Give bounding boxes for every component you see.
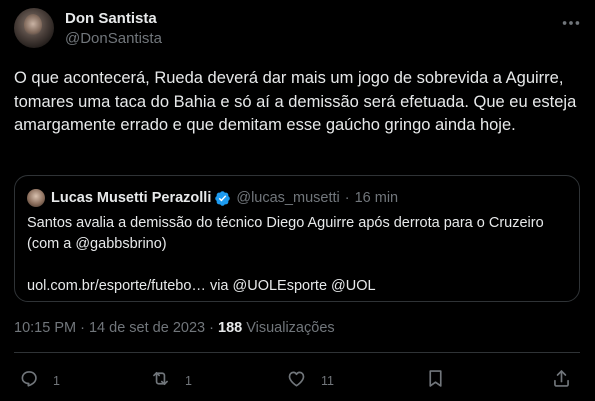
like-button[interactable]: 11 <box>286 366 334 396</box>
meta-separator-2: · <box>209 320 214 336</box>
retweet-count: 1 <box>185 374 192 388</box>
actions-divider <box>14 352 580 353</box>
reply-count: 1 <box>53 374 60 388</box>
quoted-author-avatar <box>27 189 45 207</box>
retweet-button[interactable]: 1 <box>150 366 192 396</box>
quoted-author-display-name: Lucas Musetti Perazolli <box>51 190 212 206</box>
bookmark-icon <box>425 368 446 394</box>
tweet-header: Don Santista @DonSantista <box>14 8 584 52</box>
more-horizontal-icon[interactable] <box>560 12 582 34</box>
heart-icon <box>286 368 307 394</box>
retweet-icon <box>150 368 171 394</box>
tweet-time[interactable]: 10:15 PM <box>14 320 76 336</box>
like-count: 11 <box>321 374 334 388</box>
reply-icon <box>18 368 39 394</box>
quoted-tweet-text: Santos avalia a demissão do técnico Dieg… <box>27 215 544 294</box>
tweet-text: O que acontecerá, Rueda deverá dar mais … <box>14 69 581 134</box>
author-handle[interactable]: @DonSantista <box>65 30 162 47</box>
quoted-tweet-header: Lucas Musetti Perazolli @lucas_musetti ·… <box>27 188 398 208</box>
bookmark-button[interactable] <box>425 366 446 396</box>
views-label[interactable]: Visualizações <box>246 320 334 336</box>
quoted-separator: · <box>344 190 350 206</box>
verified-badge-icon <box>214 190 231 207</box>
reply-button[interactable]: 1 <box>18 366 60 396</box>
author-avatar[interactable] <box>14 8 54 48</box>
share-icon <box>551 368 572 394</box>
share-button[interactable] <box>551 366 572 396</box>
tweet-meta: 10:15 PM · 14 de set de 2023 · 188 Visua… <box>14 320 335 336</box>
tweet-date[interactable]: 14 de set de 2023 <box>89 320 205 336</box>
quoted-tweet-card[interactable]: Lucas Musetti Perazolli @lucas_musetti ·… <box>14 175 580 302</box>
author-display-name[interactable]: Don Santista <box>65 10 157 27</box>
meta-separator: · <box>80 320 85 336</box>
quoted-author-handle: @lucas_musetti <box>236 190 340 206</box>
action-bar: 1 1 11 <box>14 366 580 396</box>
quoted-timestamp[interactable]: 16 min <box>355 190 399 206</box>
views-count[interactable]: 188 <box>218 320 242 336</box>
